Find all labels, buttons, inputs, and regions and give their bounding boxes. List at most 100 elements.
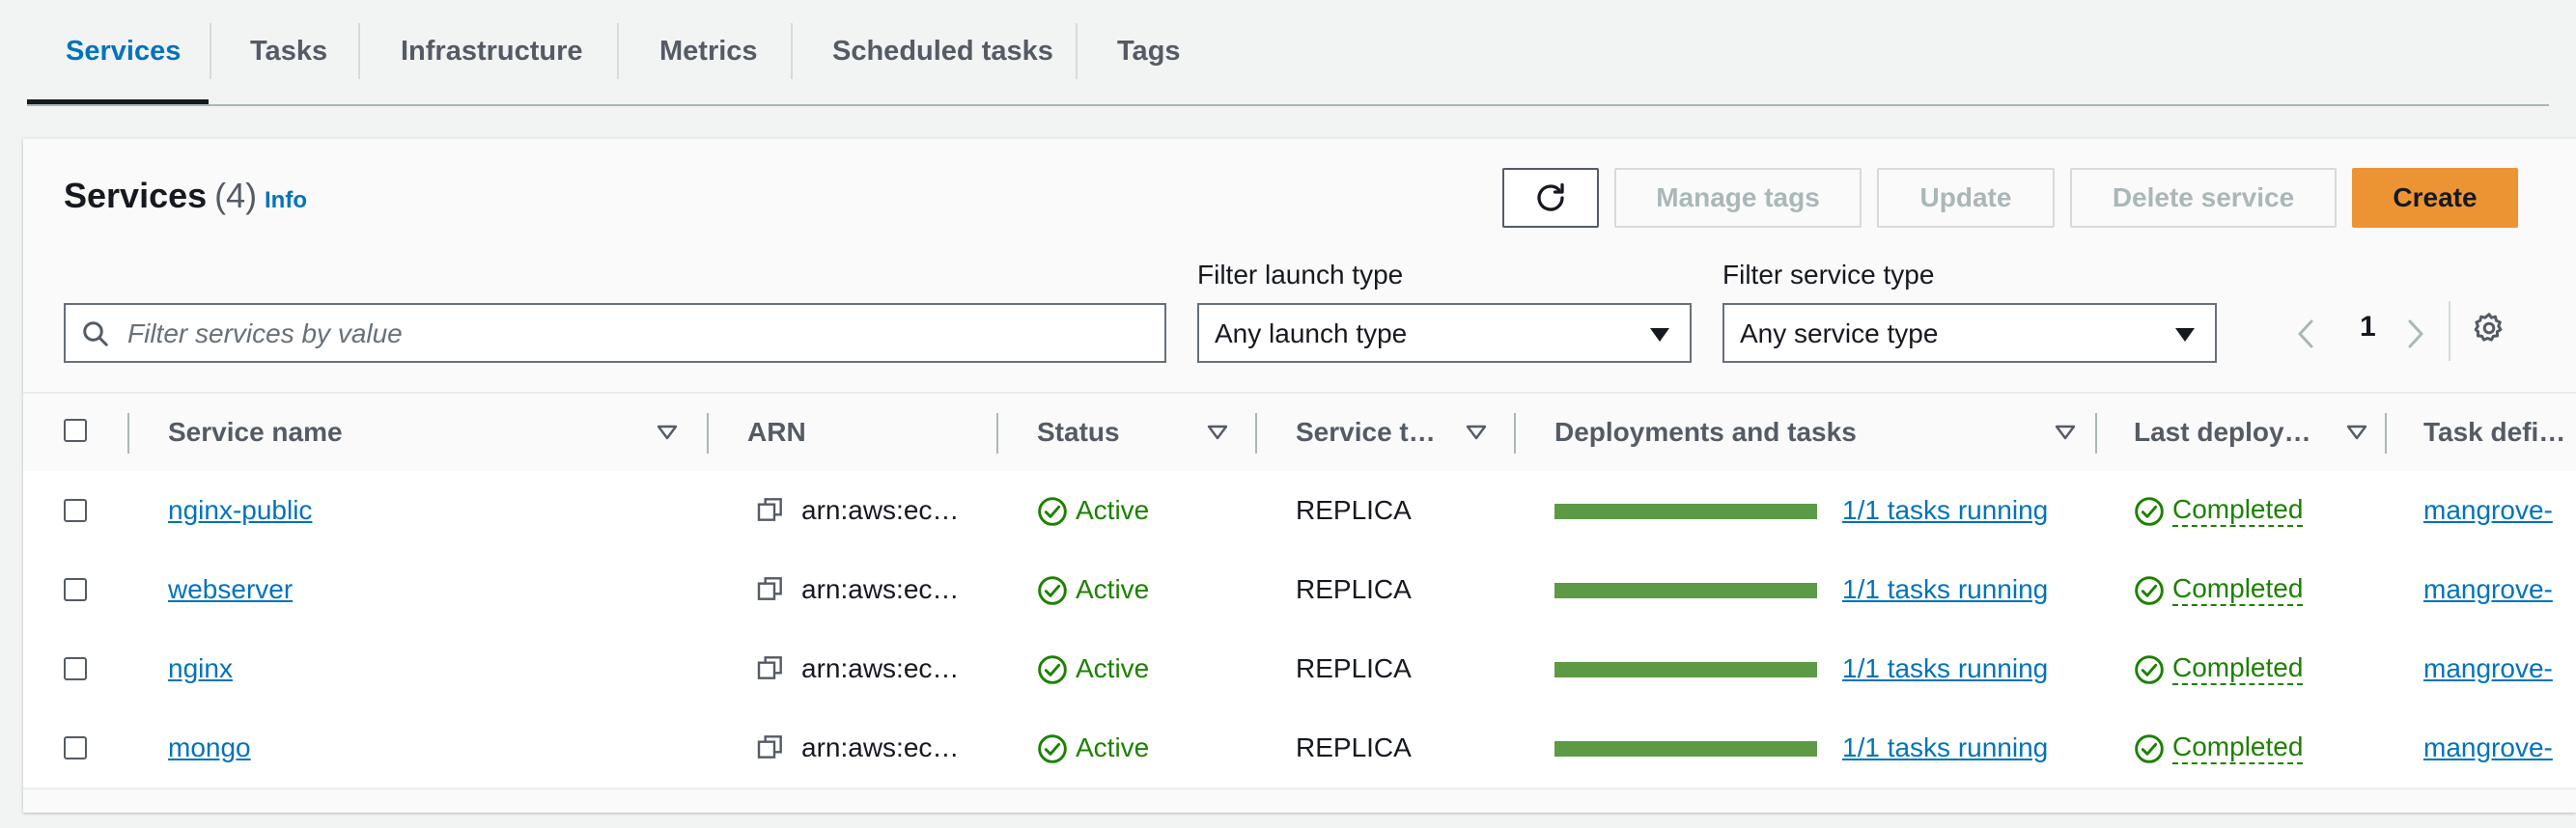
table-row: mongo arn:aws:ec… Active REPLICA 1/1 tas… — [23, 708, 2576, 789]
success-check-icon — [2135, 497, 2164, 526]
sort-caret-icon[interactable] — [1466, 425, 1487, 440]
sort-caret-icon[interactable] — [1207, 425, 1228, 440]
success-check-icon — [2135, 734, 2164, 763]
column-header-task-definition[interactable]: Task defi… — [2423, 394, 2565, 471]
column-header-status[interactable]: Status — [1037, 394, 1120, 471]
sort-caret-icon[interactable] — [2055, 425, 2076, 440]
tab-separator — [617, 23, 619, 79]
services-panel: Services (4) Info Manage tags Update Dele… — [23, 138, 2576, 813]
sort-caret-icon[interactable] — [657, 425, 678, 440]
select-all-checkbox[interactable] — [64, 419, 87, 442]
tasks-progress-bar — [1554, 583, 1817, 598]
chevron-right-icon[interactable] — [2406, 318, 2425, 349]
row-checkbox[interactable] — [64, 657, 87, 680]
tab-services[interactable]: Services — [66, 23, 181, 79]
column-separator — [2095, 413, 2097, 454]
tab-metrics[interactable]: Metrics — [659, 23, 758, 79]
row-checkbox[interactable] — [64, 578, 87, 601]
copy-icon[interactable] — [755, 573, 786, 604]
filter-service-type-label: Filter service type — [1722, 260, 1935, 290]
row-checkbox[interactable] — [64, 499, 87, 522]
deployment-status[interactable]: Completed — [2172, 573, 2304, 606]
service-type-select[interactable]: Any service type — [1722, 303, 2217, 363]
services-count: (4) — [214, 176, 258, 215]
tasks-running-link[interactable]: 1/1 tasks running — [1842, 471, 2048, 550]
task-definition-link[interactable]: mangrove- — [2423, 629, 2553, 708]
tasks-progress-bar — [1554, 741, 1817, 757]
column-separator — [996, 413, 998, 454]
success-check-icon — [1038, 576, 1067, 605]
success-check-icon — [2135, 576, 2164, 605]
deployment-status[interactable]: Completed — [2172, 494, 2304, 527]
service-name-link[interactable]: webserver — [168, 550, 293, 629]
gear-icon[interactable] — [2472, 311, 2506, 345]
manage-tags-button[interactable]: Manage tags — [1614, 168, 1862, 228]
tasks-running-link[interactable]: 1/1 tasks running — [1842, 708, 2048, 787]
copy-icon[interactable] — [755, 652, 786, 683]
service-type-value: REPLICA — [1296, 732, 1412, 762]
table-row: webserver arn:aws:ec… Active REPLICA 1/1… — [23, 550, 2576, 631]
status-text: Active — [1076, 495, 1150, 525]
task-definition-link[interactable]: mangrove- — [2423, 550, 2553, 629]
filter-launch-type-label: Filter launch type — [1197, 260, 1404, 290]
tab-separator — [358, 23, 360, 79]
service-type-value: REPLICA — [1296, 495, 1412, 525]
caret-down-icon — [1650, 328, 1669, 342]
create-button[interactable]: Create — [2352, 168, 2518, 228]
page-number[interactable]: 1 — [2360, 311, 2376, 344]
copy-icon[interactable] — [755, 731, 786, 762]
success-check-icon — [1038, 655, 1067, 684]
tab-bar: Services Tasks Infrastructure Metrics Sc… — [27, 0, 2549, 106]
search-input[interactable]: Filter services by value — [64, 303, 1166, 363]
arn-value: arn:aws:ec… — [801, 653, 960, 683]
success-check-icon — [1038, 497, 1067, 526]
tasks-running-link[interactable]: 1/1 tasks running — [1842, 629, 2048, 708]
tab-tasks[interactable]: Tasks — [250, 23, 327, 79]
panel-title-text: Services — [64, 176, 208, 215]
column-header-service-name[interactable]: Service name — [168, 394, 343, 471]
tasks-progress-bar — [1554, 504, 1817, 519]
column-separator — [2385, 413, 2387, 454]
refresh-button[interactable] — [1502, 168, 1599, 228]
table-header: Service name ARN Status Service t… Deplo… — [23, 392, 2576, 473]
column-header-last-deployment[interactable]: Last deploy… — [2134, 394, 2311, 471]
update-button[interactable]: Update — [1877, 168, 2055, 228]
sort-caret-icon[interactable] — [2346, 425, 2367, 440]
arn-value: arn:aws:ec… — [801, 732, 960, 762]
deployment-status[interactable]: Completed — [2172, 731, 2304, 764]
tab-separator — [791, 23, 793, 79]
success-check-icon — [2135, 655, 2164, 684]
pager-separator — [2449, 301, 2450, 361]
service-name-link[interactable]: nginx — [168, 629, 233, 708]
column-header-service-type[interactable]: Service t… — [1296, 394, 1436, 471]
search-placeholder: Filter services by value — [127, 318, 403, 348]
tab-tags[interactable]: Tags — [1117, 23, 1181, 79]
tab-separator — [210, 23, 211, 79]
column-separator — [707, 413, 709, 454]
column-header-arn[interactable]: ARN — [747, 394, 806, 471]
service-name-link[interactable]: nginx-public — [168, 471, 312, 550]
info-link[interactable]: Info — [265, 187, 307, 214]
service-type-value: REPLICA — [1296, 574, 1412, 604]
tasks-running-link[interactable]: 1/1 tasks running — [1842, 550, 2048, 629]
row-checkbox[interactable] — [64, 736, 87, 759]
copy-icon[interactable] — [755, 494, 786, 525]
delete-service-button[interactable]: Delete service — [2070, 168, 2337, 228]
column-separator — [1514, 413, 1516, 454]
tab-infrastructure[interactable]: Infrastructure — [401, 23, 583, 79]
launch-type-value: Any launch type — [1215, 318, 1408, 348]
status-text: Active — [1076, 653, 1150, 683]
chevron-left-icon[interactable] — [2296, 318, 2315, 349]
task-definition-link[interactable]: mangrove- — [2423, 471, 2553, 550]
task-definition-link[interactable]: mangrove- — [2423, 708, 2553, 787]
column-header-deployments[interactable]: Deployments and tasks — [1554, 394, 1857, 471]
launch-type-select[interactable]: Any launch type — [1197, 303, 1692, 363]
panel-title: Services (4) — [64, 176, 257, 216]
service-type-value: REPLICA — [1296, 653, 1412, 683]
tasks-progress-bar — [1554, 662, 1817, 677]
table-row: nginx-public arn:aws:ec… Active REPLICA … — [23, 471, 2576, 552]
refresh-icon — [1537, 182, 1564, 211]
service-name-link[interactable]: mongo — [168, 708, 251, 787]
deployment-status[interactable]: Completed — [2172, 652, 2304, 685]
tab-scheduled-tasks[interactable]: Scheduled tasks — [832, 23, 1053, 79]
